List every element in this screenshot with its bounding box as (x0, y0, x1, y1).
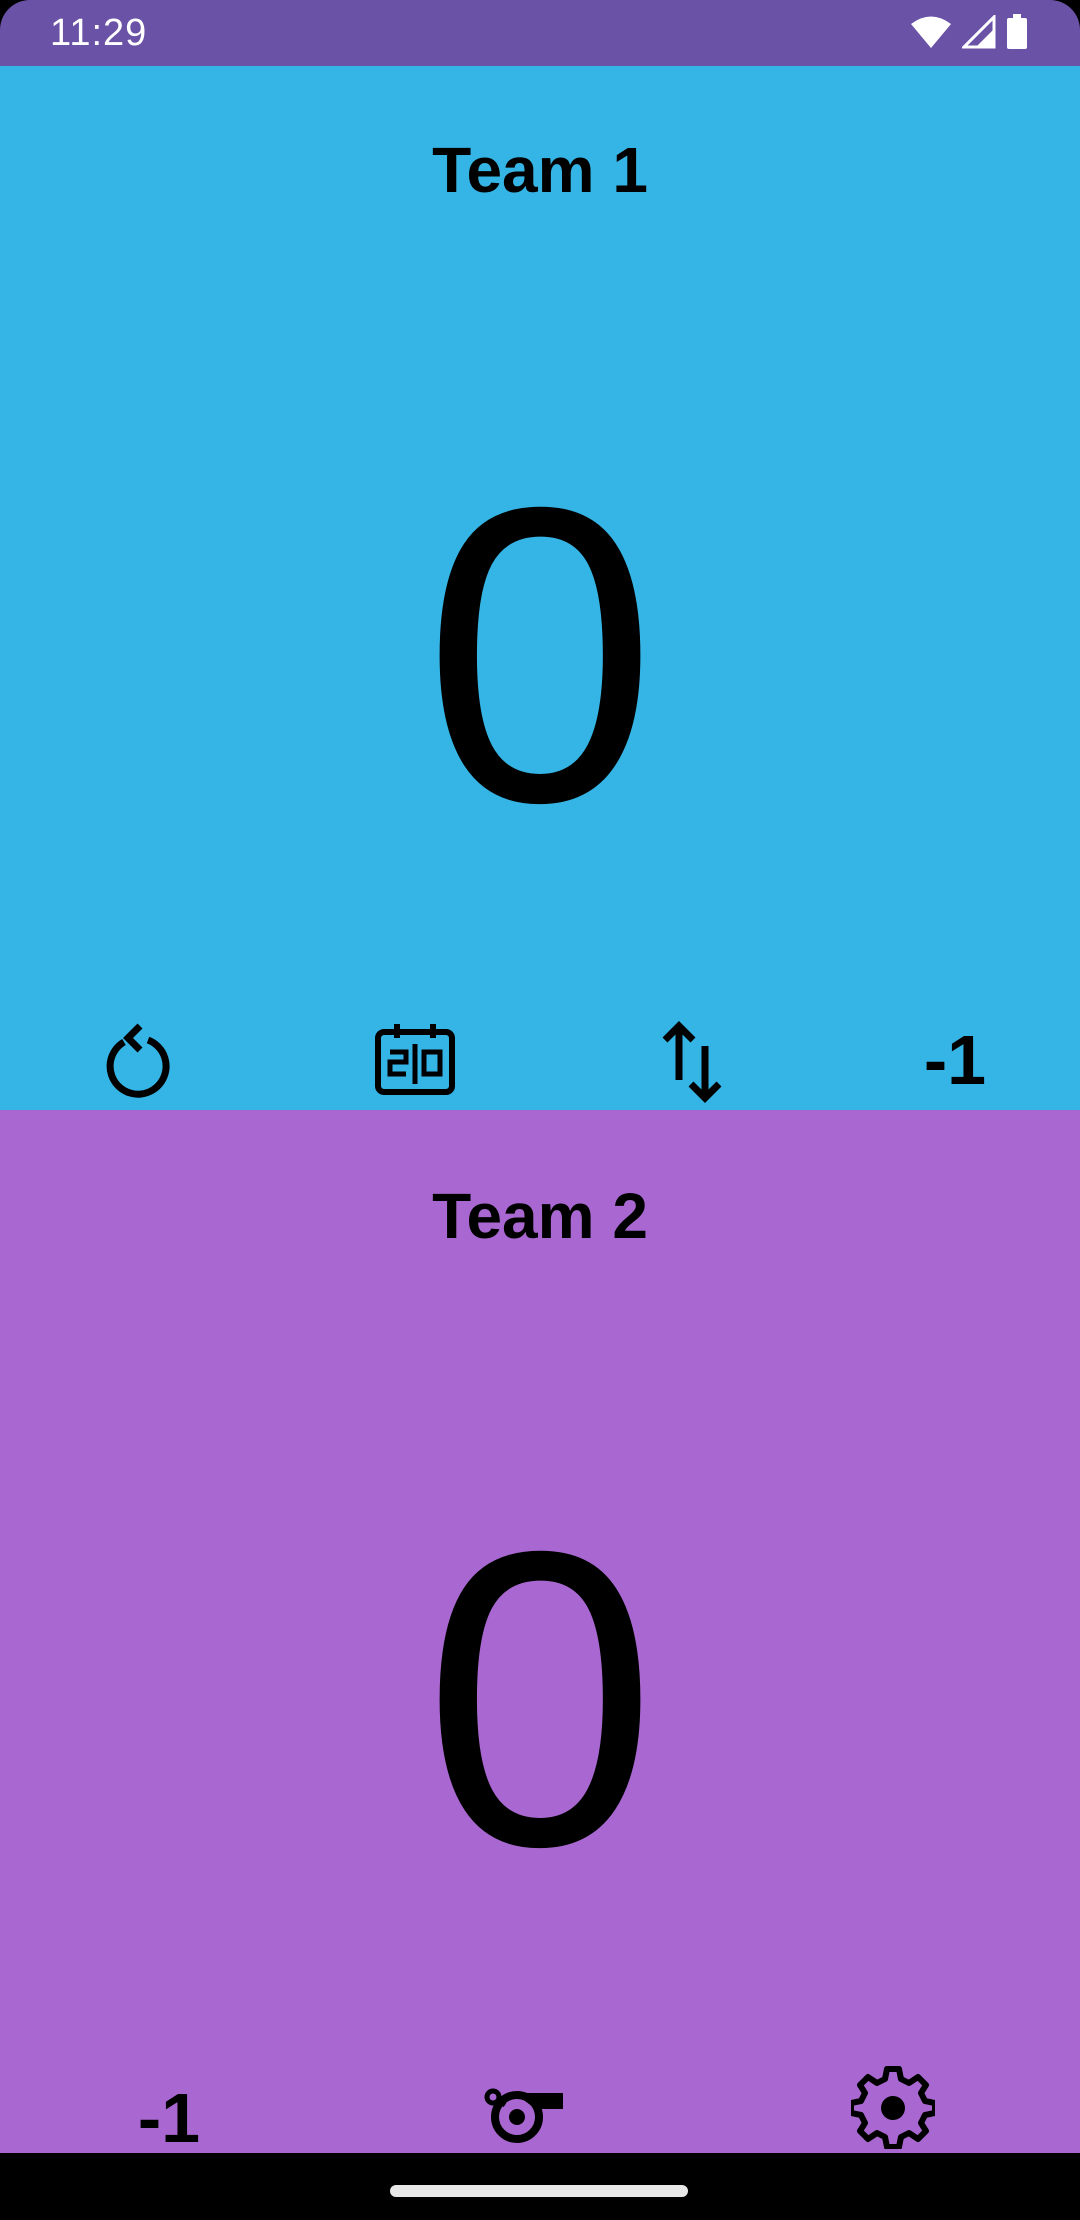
team2-panel[interactable]: Team 2 0 -1 (0, 1110, 1080, 2157)
scoreboard-button[interactable] (370, 1020, 460, 1100)
scoreboard-icon (375, 1024, 455, 1095)
wifi-icon (911, 16, 951, 48)
team1-minus-button[interactable]: -1 (910, 1018, 1000, 1102)
settings-gear-icon (851, 2066, 935, 2149)
status-icons (910, 14, 1028, 50)
team1-name[interactable]: Team 1 (0, 130, 1080, 210)
swap-teams-button[interactable] (652, 1020, 732, 1104)
team1-score[interactable]: 0 (0, 446, 1080, 866)
team2-name[interactable]: Team 2 (0, 1176, 1080, 1256)
reset-button[interactable] (98, 1020, 178, 1100)
home-gesture-handle[interactable] (390, 2185, 688, 2197)
signal-icon (962, 15, 996, 49)
status-time: 11:29 (50, 12, 148, 54)
team2-minus-label: -1 (137, 2079, 201, 2157)
status-bar: 11:29 (0, 0, 1080, 66)
whistle-icon (484, 2088, 563, 2143)
team2-score[interactable]: 0 (0, 1490, 1080, 1910)
reset-icon (106, 1023, 170, 1098)
team1-panel[interactable]: Team 1 0 -1 (0, 66, 1080, 1110)
swap-icon (662, 1021, 722, 1103)
battery-icon (1007, 14, 1027, 49)
whistle-button[interactable] (480, 2076, 566, 2150)
navigation-bar (0, 2153, 1080, 2220)
team1-minus-label: -1 (923, 1021, 987, 1099)
settings-button[interactable] (850, 2064, 936, 2150)
team2-minus-button[interactable]: -1 (124, 2076, 214, 2160)
